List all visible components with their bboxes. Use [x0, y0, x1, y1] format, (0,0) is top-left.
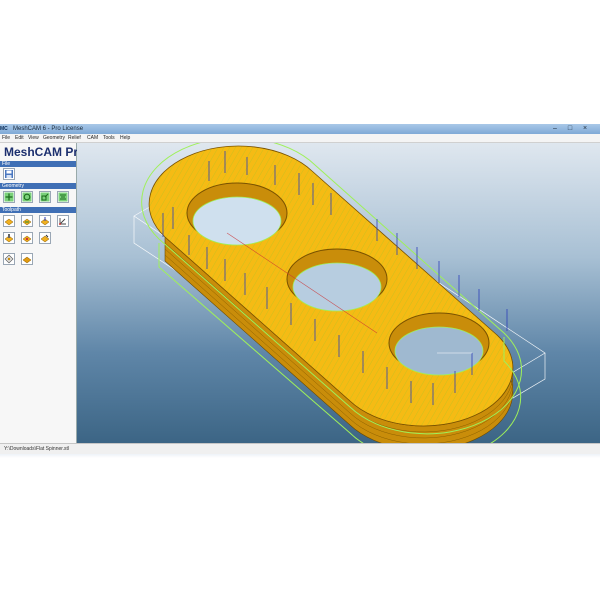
save-icon	[5, 170, 13, 178]
scale-icon	[40, 192, 50, 202]
toolpath-rest-button[interactable]	[21, 232, 33, 244]
maximize-button[interactable]: □	[565, 125, 575, 133]
toolpath-finishing-icon	[40, 217, 50, 226]
toolpath-roughing-button[interactable]	[21, 215, 33, 227]
part-render	[133, 143, 546, 443]
save-button[interactable]	[3, 168, 15, 180]
title-bar[interactable]: MC MeshCAM 6 - Pro License – □ ×	[0, 124, 600, 134]
status-bar: Y:\Downloads\Flat Spinner.stl	[0, 443, 600, 454]
menu-file[interactable]: File	[2, 134, 10, 142]
export-gcode-icon	[22, 256, 32, 264]
minimize-button[interactable]: –	[550, 125, 560, 133]
menu-geometry[interactable]: Geometry	[43, 134, 65, 142]
toolpath-roughing-icon	[22, 218, 32, 226]
toolpath-finishing-button[interactable]	[39, 215, 51, 227]
rotate-icon	[22, 192, 32, 202]
section-file: File	[0, 161, 76, 167]
toolpath-pencil-button[interactable]	[39, 232, 51, 244]
bottom-shadow	[0, 454, 600, 458]
menu-relief[interactable]: Relief	[68, 134, 81, 142]
align-button[interactable]	[57, 191, 69, 203]
menu-bar: File Edit View Geometry Relief CAM Tools…	[0, 134, 600, 143]
sidebar: MeshCAM Pro File Geometry Toolpath	[0, 143, 85, 443]
close-button[interactable]: ×	[580, 125, 590, 133]
app-window: MC MeshCAM 6 - Pro License – □ × File Ed…	[0, 124, 600, 454]
toolpath-region-button[interactable]	[3, 215, 15, 227]
menu-tools[interactable]: Tools	[103, 134, 115, 142]
status-file-path: Y:\Downloads\Flat Spinner.stl	[4, 446, 70, 452]
hole-2	[286, 248, 388, 312]
3d-viewport[interactable]	[77, 143, 600, 443]
toolpath-rest-icon	[22, 235, 32, 243]
simulate-button[interactable]	[3, 253, 15, 265]
brand-title: MeshCAM Pro	[4, 145, 86, 159]
menu-help[interactable]: Help	[120, 134, 130, 142]
toolpath-tool-icon	[4, 234, 14, 243]
menu-edit[interactable]: Edit	[15, 134, 24, 142]
toolpath-region-icon	[4, 218, 14, 226]
align-icon	[58, 192, 68, 202]
toolpath-origin-icon	[59, 218, 66, 225]
rotate-button[interactable]	[21, 191, 33, 203]
toolpath-pencil-icon	[40, 234, 50, 243]
move-button[interactable]	[3, 191, 15, 203]
hole-3	[388, 312, 490, 376]
scale-button[interactable]	[39, 191, 51, 203]
menu-view[interactable]: View	[28, 134, 39, 142]
window-title: MeshCAM 6 - Pro License	[13, 126, 84, 132]
menu-cam[interactable]: CAM	[87, 134, 98, 142]
toolpath-tool-button[interactable]	[3, 232, 15, 244]
hole-1	[186, 182, 288, 246]
simulate-icon	[4, 254, 14, 264]
section-toolpath: Toolpath	[0, 207, 76, 213]
move-icon	[4, 192, 14, 202]
app-logo-icon: MC	[0, 126, 8, 132]
toolpath-origin-button[interactable]	[57, 215, 69, 227]
export-gcode-button[interactable]	[21, 253, 33, 265]
section-geometry: Geometry	[0, 183, 76, 189]
